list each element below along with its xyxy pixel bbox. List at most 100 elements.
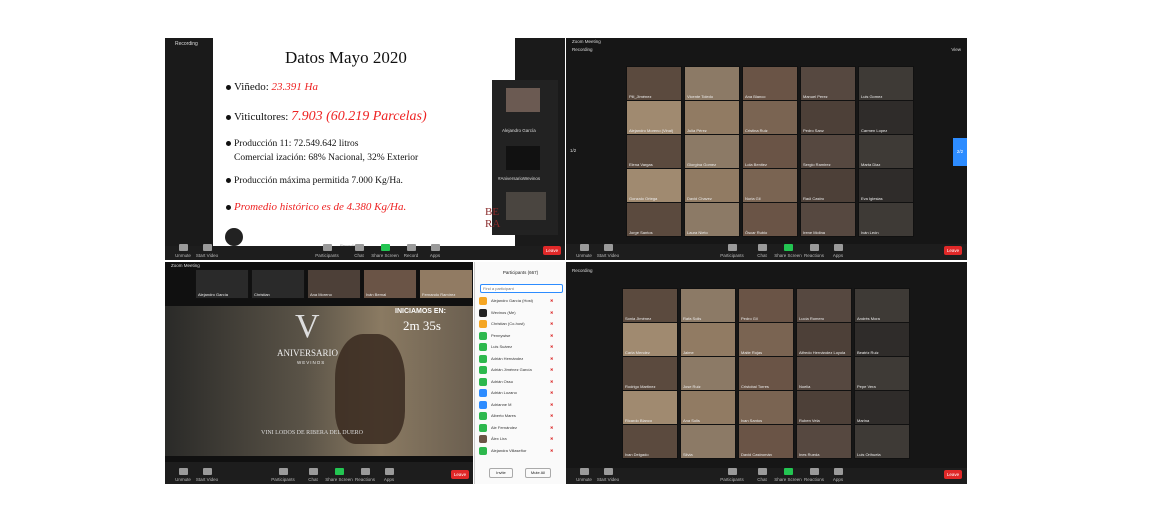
participants-button[interactable]: Participants [309,244,345,258]
participant-video-tile[interactable]: Lucía Romero [796,288,852,323]
participant-video-tile[interactable]: Cristina Ruiz [742,100,798,135]
leave-button[interactable]: Leave [451,470,469,479]
participant-video-tile[interactable]: Noelia [796,356,852,391]
participant-video-tile[interactable]: Ruben Vela [796,390,852,425]
participant-video-tile[interactable]: Ivan Santos [738,390,794,425]
participant-list-item[interactable]: Alejandro García (Host) ✖ [479,296,562,306]
participant-name-label: Irene Molina [803,230,826,235]
participants-icon [727,244,737,251]
participant-video-tile[interactable]: Nuria Gil [742,168,798,203]
participant-video-tile[interactable]: Eva Iglesias [858,168,914,203]
participant-video-tile[interactable]: Alejandro Moreno (Vinal) [626,100,682,135]
leave-button[interactable]: Leave [543,246,561,255]
start-video-button[interactable]: Start Video [189,468,225,482]
view-button[interactable]: View [951,47,961,52]
participant-video-tile[interactable]: Marta Diaz [858,134,914,169]
participant-video-tile[interactable]: Rafa Solis [680,288,736,323]
start-video-button[interactable]: Start Video [189,244,225,258]
participant-video-tile[interactable]: Pepe Vera [854,356,910,391]
participant-name: Adrianne M [491,401,512,407]
next-page-button[interactable]: 2/2 [953,138,967,166]
participant-video-tile[interactable]: Luis Orihuela [854,424,910,459]
muted-microphone-icon: ✖ [550,355,554,361]
participant-video-tile[interactable]: Vicente Toledo [684,66,740,101]
participant-video-tile[interactable]: Andrés Mora [854,288,910,323]
participant-video-tile[interactable]: Carla Mendez [622,322,678,357]
muted-microphone-icon: ✖ [550,332,554,338]
participant-video-tile[interactable]: Giorgina Gomez [684,134,740,169]
strip-video-tile[interactable]: Ana Moreno [307,269,361,299]
participant-name: Adrián Jiménez García [491,367,532,372]
participant-video-tile[interactable]: Sonia Jiménez [622,288,678,323]
participant-list-item[interactable]: Adrián Jiménez García ✖ [479,365,562,375]
participant-list-item[interactable]: Álex Lira ✖ [479,434,562,444]
participant-video-tile[interactable]: Lola Benitez [742,134,798,169]
participant-video-tile[interactable]: Óscar Rubio [742,202,798,237]
strip-video-tile[interactable]: Fernando Ramírez [419,269,473,299]
start-video-button[interactable]: Start Video [590,468,626,482]
strip-video-tile[interactable]: Iván Bernal [363,269,417,299]
participant-video-tile[interactable]: Carmen Lopez [858,100,914,135]
participant-video-tile[interactable]: David Castromán [738,424,794,459]
participant-name-label: Sonia Jiménez [625,316,652,321]
apps-button[interactable]: Apps [417,244,453,258]
participant-list-item[interactable]: Adrián Ossu ✖ [479,377,562,387]
video-frame: V ANIVERSARIO WEVINOS INICIAMOS EN: 2m 3… [165,306,473,456]
participant-video-tile[interactable]: Cristobal Torres [738,356,794,391]
apps-button[interactable]: Apps [371,468,407,482]
participant-video-tile[interactable]: Jorge Santos [626,202,682,237]
participant-video-tile[interactable]: Ana Blanco [742,66,798,101]
mute-all-button[interactable]: Mute All [525,468,551,478]
participant-list-item[interactable]: Luis Suárez ✖ [479,342,562,352]
participant-video-tile[interactable]: Ana Solis [680,390,736,425]
participant-name: Luis Suárez [491,344,513,349]
participant-video-tile[interactable]: Pedro Gil [738,288,794,323]
participant-video-tile[interactable]: Irene Molina [800,202,856,237]
strip-video-tile[interactable]: Christian [251,269,305,299]
participant-video-tile[interactable]: Silvia [680,424,736,459]
participant-video-tile[interactable]: Rodrigo Martinez [622,356,678,391]
prev-page-button[interactable]: 1/2 [570,148,576,153]
leave-button[interactable]: Leave [944,470,962,479]
participant-video-tile[interactable]: Ricardo Blanco [622,390,678,425]
participant-list-item[interactable]: Alejandra Villaseñor ✖ [479,446,562,456]
participant-video-tile[interactable]: Marina [854,390,910,425]
participant-video-tile[interactable]: Elena Vargas [626,134,682,169]
invite-button[interactable]: Invite [489,468,513,478]
participant-video-tile[interactable]: Pedro Sanz [800,100,856,135]
participant-video-tile[interactable]: Gonzalo Ortega [626,168,682,203]
participant-video-tile[interactable]: Jose Ruiz [680,356,736,391]
participant-video-tile[interactable]: Beatriz Ruiz [854,322,910,357]
participant-video-tile[interactable]: Alfredo Hernández Loyola [796,322,852,357]
participant-video-tile[interactable]: Ines Rueda [796,424,852,459]
participant-list-item[interactable]: Pennywise ✖ [479,331,562,341]
leave-button[interactable]: Leave [944,246,962,255]
apps-button[interactable]: Apps [820,468,856,482]
participant-video-tile[interactable]: Ivan Delgado [622,424,678,459]
start-video-button[interactable]: Start Video [590,244,626,258]
participant-video-tile[interactable]: Maite Rojas [738,322,794,357]
participant-video-tile[interactable]: Laura Nieto [684,202,740,237]
strip-video-tile[interactable]: Alejandro García [195,269,249,299]
participant-video-tile[interactable]: Sergio Ramirez [800,134,856,169]
apps-button[interactable]: Apps [820,244,856,258]
participant-list-item[interactable]: Ale Fernández ✖ [479,423,562,433]
participant-name-label: Sergio Ramirez [803,162,831,167]
participant-video-tile[interactable]: Julia Pérez [684,100,740,135]
participant-video-tile[interactable]: David Chavez [684,168,740,203]
participant-video-tile[interactable]: Manuel Perez [800,66,856,101]
muted-microphone-icon: ✖ [550,309,554,315]
participant-video-tile[interactable]: Pili_Jiménez [626,66,682,101]
participant-video-tile[interactable]: Iván León [858,202,914,237]
participant-list-item[interactable]: Christian (Co-host) ✖ [479,319,562,329]
participant-list-item[interactable]: Wevinos (Me) ✖ [479,308,562,318]
participant-video-tile[interactable]: Raúl Castro [800,168,856,203]
participant-list-item[interactable]: Adrián Lozano ✖ [479,388,562,398]
participant-video-tile[interactable]: Luis Gomez [858,66,914,101]
participant-list-item[interactable]: Adrianne M ✖ [479,400,562,410]
recording-indicator: Recording [175,41,198,47]
participant-search-input[interactable] [480,284,563,293]
participant-list-item[interactable]: Adrián Hernández ✖ [479,354,562,364]
participant-list-item[interactable]: Alberto Mares ✖ [479,411,562,421]
participant-video-tile[interactable]: Jaime [680,322,736,357]
